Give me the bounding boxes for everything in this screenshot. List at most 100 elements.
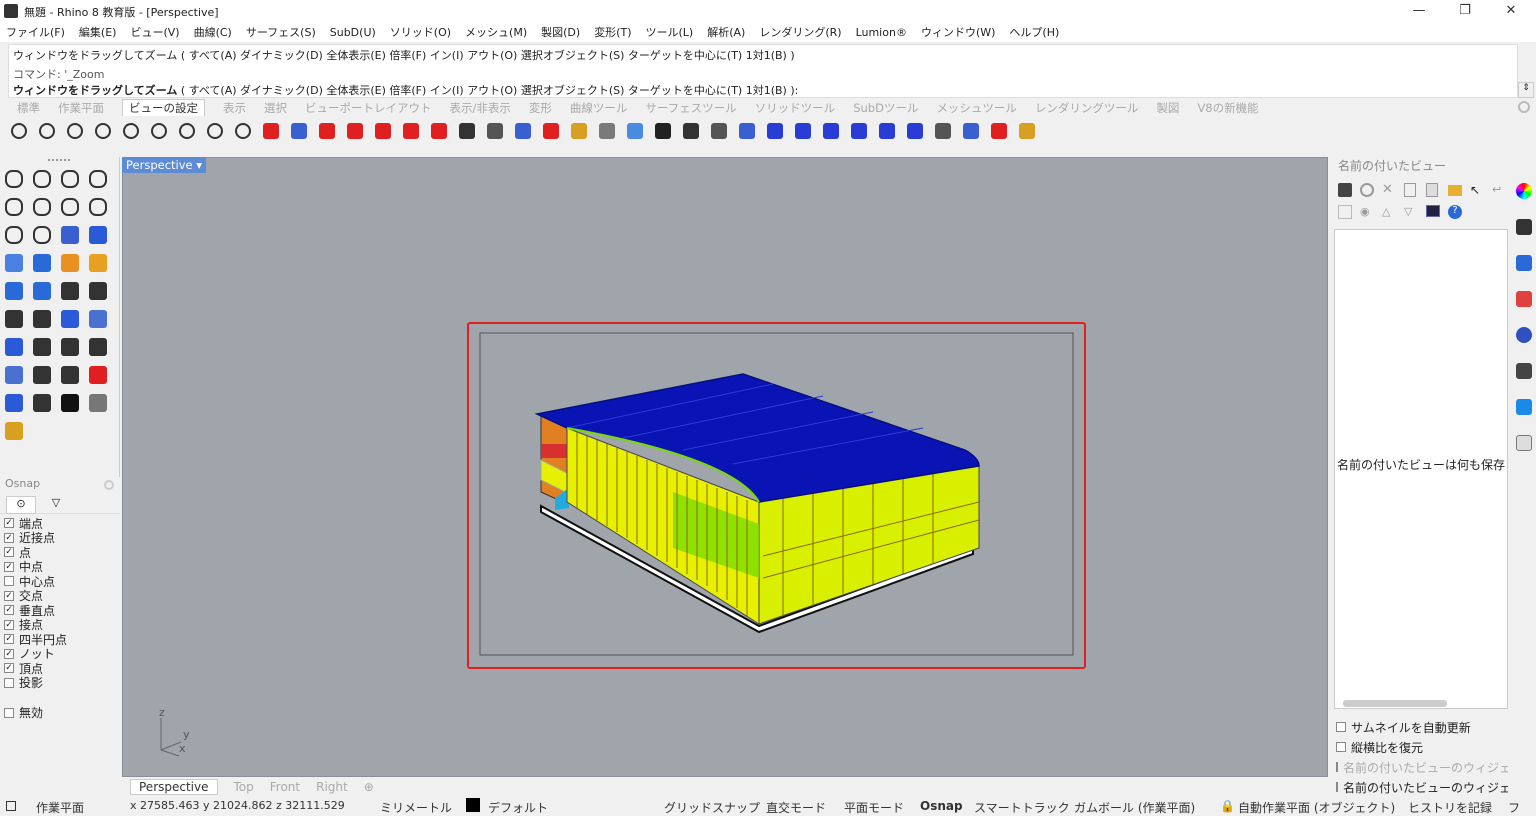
group-icon[interactable] xyxy=(2,307,26,331)
rotate-360-icon[interactable] xyxy=(930,119,956,143)
viewport-tab[interactable]: Top xyxy=(234,780,254,794)
toolbar-grip[interactable] xyxy=(48,159,70,161)
checkbox[interactable]: ✓ xyxy=(4,619,14,630)
restore-button[interactable]: ❐ xyxy=(1442,2,1488,20)
solid-edit-icon[interactable] xyxy=(2,363,26,387)
check-icon[interactable] xyxy=(58,391,82,415)
camera-set-icon[interactable] xyxy=(454,119,480,143)
help-icon[interactable]: ? xyxy=(1448,205,1462,219)
plane-top-icon[interactable] xyxy=(790,119,816,143)
fillet-curve-icon[interactable] xyxy=(30,223,54,247)
circle-icon[interactable] xyxy=(2,195,26,219)
paint-icon[interactable] xyxy=(2,419,26,443)
checkbox[interactable]: ✓ xyxy=(4,663,14,674)
perspective-viewport[interactable]: z y x xyxy=(122,157,1328,777)
table-icon[interactable] xyxy=(1516,435,1532,451)
camera-panel-icon[interactable] xyxy=(1516,363,1532,379)
viewport-tab[interactable]: Perspective xyxy=(130,779,218,795)
menu-item[interactable]: サーフェス(S) xyxy=(246,24,316,40)
text-icon[interactable] xyxy=(2,335,26,359)
menu-item[interactable]: ソリッド(O) xyxy=(390,24,451,40)
gizmo-icon[interactable] xyxy=(1014,119,1040,143)
car-back-icon[interactable] xyxy=(398,119,424,143)
sparkle-icon[interactable] xyxy=(986,119,1012,143)
status-layer[interactable]: デフォルト xyxy=(488,799,548,816)
horizontal-scrollbar[interactable] xyxy=(1343,700,1447,707)
polygon-icon[interactable] xyxy=(58,195,82,219)
menu-item[interactable]: 曲線(C) xyxy=(194,24,232,40)
menu-item[interactable]: ツール(L) xyxy=(646,24,694,40)
camera-lens-icon[interactable] xyxy=(286,119,312,143)
toolbar-tab[interactable]: 選択 xyxy=(264,100,287,116)
filter-toggle[interactable]: フ xyxy=(1508,799,1520,816)
gumball-icon[interactable] xyxy=(86,363,110,387)
panel-toggle-icon[interactable] xyxy=(6,801,16,811)
add-viewport-icon[interactable]: ⊕ xyxy=(364,780,374,794)
zoom-dynamic-icon[interactable] xyxy=(62,119,88,143)
checkbox[interactable] xyxy=(4,576,14,587)
eye-icon[interactable]: ◉ xyxy=(1360,205,1374,219)
camera-print-icon[interactable] xyxy=(510,119,536,143)
gumball-toggle[interactable]: ガムボール (作業平面) xyxy=(1074,799,1195,816)
menu-item[interactable]: メッシュ(M) xyxy=(465,24,527,40)
toolbar-tab[interactable]: 表示 xyxy=(223,100,246,116)
tripod-icon[interactable] xyxy=(678,119,704,143)
explode-icon[interactable] xyxy=(2,279,26,303)
sphere-icon[interactable] xyxy=(30,251,54,275)
toolbar-tab[interactable]: ビューポートレイアウト xyxy=(305,100,432,116)
cylinder-icon[interactable] xyxy=(58,251,82,275)
toolbar-tab[interactable]: 標準 xyxy=(17,100,40,116)
toolbar-tab[interactable]: 表示/非表示 xyxy=(450,100,511,116)
status-cplane[interactable]: 作業平面 xyxy=(36,799,84,816)
car-side-icon[interactable] xyxy=(342,119,368,143)
menu-item[interactable]: ウィンドウ(W) xyxy=(921,24,995,40)
move-up-icon[interactable]: △ xyxy=(1382,205,1396,219)
refresh-icon[interactable] xyxy=(1360,183,1374,197)
car-wide-icon[interactable] xyxy=(370,119,396,143)
lock-icon[interactable]: 🔒 xyxy=(1220,799,1235,813)
osnap-option[interactable]: 投影 xyxy=(4,676,116,690)
screen-icon[interactable] xyxy=(1426,205,1440,217)
plane-side-icon[interactable] xyxy=(818,119,844,143)
status-units[interactable]: ミリメートル xyxy=(380,799,452,816)
checkbox[interactable] xyxy=(1336,742,1346,752)
menu-item[interactable]: 製図(D) xyxy=(541,24,580,40)
ellipse-icon[interactable] xyxy=(30,195,54,219)
folder-icon[interactable] xyxy=(1448,185,1462,196)
spiral-target-icon[interactable] xyxy=(650,119,676,143)
named-views-list[interactable]: 名前の付いたビューは何も保存されていません xyxy=(1334,229,1508,709)
toolbar-tab[interactable]: 曲線ツール xyxy=(570,100,628,116)
checkbox[interactable]: ✓ xyxy=(4,547,14,558)
viewport-tab[interactable]: Right xyxy=(316,780,348,794)
checkbox[interactable]: ✓ xyxy=(4,518,14,529)
copy-icon[interactable] xyxy=(1404,183,1416,197)
zoom-window-icon[interactable] xyxy=(118,119,144,143)
osnap-gear-icon[interactable] xyxy=(104,480,114,490)
osnap-target-icon[interactable]: ⊙ xyxy=(6,496,36,514)
grid-array-icon[interactable] xyxy=(58,363,82,387)
trim-icon[interactable] xyxy=(58,279,82,303)
checkbox[interactable]: ✓ xyxy=(4,590,14,601)
close-button[interactable]: ✕ xyxy=(1488,2,1534,20)
menu-item[interactable]: 編集(E) xyxy=(79,24,117,40)
menu-item[interactable]: レンダリング(R) xyxy=(759,24,841,40)
checkbox[interactable] xyxy=(1336,782,1338,792)
viewport-title-tab[interactable]: Perspective ▾ xyxy=(122,157,207,173)
spotlight-icon[interactable] xyxy=(594,119,620,143)
boolean-icon[interactable] xyxy=(30,279,54,303)
plane-front-icon[interactable] xyxy=(762,119,788,143)
checkbox[interactable]: ✓ xyxy=(4,634,14,645)
extrude-icon[interactable] xyxy=(2,391,26,415)
materials-icon[interactable] xyxy=(1516,291,1532,307)
history-toggle[interactable]: ヒストリを記録 xyxy=(1408,799,1492,816)
back-icon[interactable]: ↩ xyxy=(1492,183,1506,197)
mesh-icon[interactable] xyxy=(86,391,110,415)
zoom-extents-icon[interactable] xyxy=(90,119,116,143)
undo-view-icon[interactable] xyxy=(174,119,200,143)
box-icon[interactable] xyxy=(2,251,26,275)
auto-cplane-toggle[interactable]: 自動作業平面 (オブジェクト) xyxy=(1238,799,1395,816)
rotate-view-icon[interactable] xyxy=(34,119,60,143)
shield-view-icon[interactable] xyxy=(734,119,760,143)
arc-icon[interactable] xyxy=(2,223,26,247)
osnap-disable[interactable]: 無効 xyxy=(4,704,43,721)
